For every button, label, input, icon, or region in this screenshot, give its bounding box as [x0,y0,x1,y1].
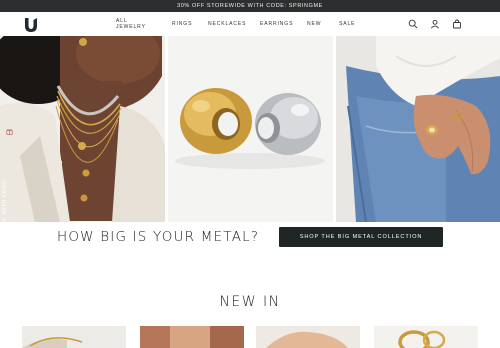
search-icon[interactable] [408,19,418,29]
email-signup-tab-label: GET 10% OFF WITH EMAIL [2,179,8,256]
nav-necklaces[interactable]: NECKLACES [208,21,246,27]
promo-text: 30% OFF STOREWIDE WITH CODE: SPRINGME [177,3,323,9]
site-header: ALL JEWELRY RINGS NECKLACES EARRINGS NEW… [0,12,500,36]
new-in-heading: NEW IN [219,294,281,310]
product-card-1[interactable] [22,326,126,348]
shop-big-metal-button[interactable]: SHOP THE BIG METAL COLLECTION [279,227,443,247]
bag-icon[interactable] [452,19,462,29]
account-icon[interactable] [430,19,440,29]
nav-new[interactable]: NEW [307,21,321,27]
nav-sale[interactable]: SALE [339,21,355,27]
metal-heading: HOW BIG IS YOUR METAL? [57,229,260,245]
hero-image-rings[interactable] [168,36,333,222]
hero-image-necklaces[interactable] [0,36,165,222]
brand-monogram-icon[interactable] [22,15,40,33]
nav-rings[interactable]: RINGS [172,21,192,27]
nav-all-jewelry[interactable]: ALL JEWELRY [116,18,146,30]
product-card-2[interactable] [140,326,244,348]
hero-banner[interactable]: GET 10% OFF WITH EMAIL [0,36,500,256]
promo-bar: 30% OFF STOREWIDE WITH CODE: SPRINGME [0,0,500,12]
gift-icon[interactable] [6,128,13,135]
product-card-3[interactable] [256,326,360,348]
hero-image-stacking-rings[interactable] [336,36,500,222]
nav-earrings[interactable]: EARRINGS [260,21,293,27]
email-signup-tab[interactable]: GET 10% OFF WITH EMAIL [2,156,12,256]
product-card-4[interactable] [374,326,478,348]
